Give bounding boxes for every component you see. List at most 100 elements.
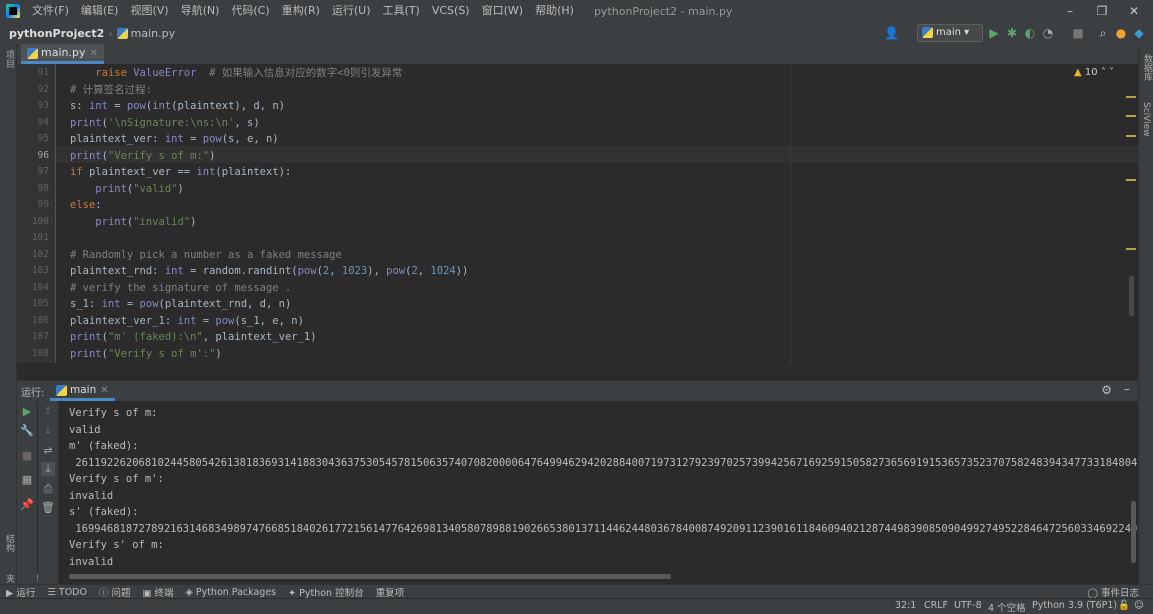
tool-terminal[interactable]: ▣ 终端 [137, 585, 180, 599]
menu-window[interactable]: 窗口(W) [476, 0, 529, 22]
file-encoding[interactable]: UTF-8 [954, 600, 982, 611]
error-stripe-marker[interactable] [1126, 115, 1136, 117]
warning-count: 10 [1084, 67, 1098, 78]
tab-main-py[interactable]: main.py ✕ [21, 44, 104, 64]
down-arrow-icon[interactable]: ↓ [41, 424, 55, 438]
rerun-icon[interactable]: ▶ [20, 405, 34, 419]
close-run-tab-icon[interactable]: ✕ [100, 385, 108, 396]
minimize-button[interactable]: – [1054, 0, 1086, 22]
scroll-to-end-icon[interactable]: ⤓ [41, 462, 55, 476]
editor-scrollbar[interactable] [1129, 276, 1134, 316]
line-number: 108 [31, 347, 49, 359]
menu-vcs[interactable]: VCS(S) [426, 0, 476, 22]
run-tab-main[interactable]: main ✕ [50, 381, 115, 401]
structure-tool-tab[interactable]: 结构 [3, 534, 16, 552]
line-number: 92 [37, 83, 49, 95]
line-number: 102 [31, 248, 49, 260]
stop-icon[interactable]: ■ [20, 449, 34, 463]
menu-run[interactable]: 运行(U) [326, 0, 377, 22]
code-editor[interactable]: 91 92 93 94 95 96 97 98 99 100 101 102 103 104 105 106 1… [17, 64, 1138, 363]
code-line: print("m' (faked):\n", plaintext_ver_1) [70, 331, 317, 343]
print-icon[interactable]: ⎙ [41, 482, 55, 496]
code-line: raise ValueError # 如果输入信息对应的数字<0则引发异常 [95, 67, 403, 79]
menu-tools[interactable]: 工具(T) [377, 0, 426, 22]
tool-run[interactable]: ▶ 运行 [0, 585, 41, 599]
code-line: # Randomly pick a number as a faked mess… [70, 248, 342, 261]
console-vertical-scrollbar[interactable] [1131, 501, 1136, 563]
lock-icon[interactable]: 🔓 [1118, 600, 1130, 611]
search-icon[interactable]: ⌕ [1096, 26, 1110, 40]
sciview-tool-tab[interactable]: SciView [1141, 102, 1151, 137]
caret-position[interactable]: 32:1 [895, 600, 916, 611]
console-line: s' (faked): [69, 506, 139, 518]
line-number: 104 [31, 281, 49, 293]
line-number: 98 [37, 182, 49, 194]
menu-code[interactable]: 代码(C) [225, 0, 275, 22]
jetbrains-icon[interactable]: ◆ [1132, 26, 1146, 40]
pin-icon[interactable]: 📌 [20, 498, 34, 512]
code-line: plaintext_ver_1: int = pow(s_1, e, n) [70, 314, 304, 327]
run-tab-label: main [70, 384, 97, 396]
hide-panel-icon[interactable]: – [1124, 382, 1130, 396]
menu-file[interactable]: 文件(F) [26, 0, 75, 22]
menu-edit[interactable]: 编辑(E) [75, 0, 125, 22]
menu-view[interactable]: 视图(V) [124, 0, 174, 22]
soft-wrap-icon[interactable]: ⇌ [41, 444, 55, 458]
tool-duplicates[interactable]: 重复项 [370, 585, 411, 599]
error-stripe-marker[interactable] [1126, 248, 1136, 250]
line-number: 100 [31, 215, 49, 227]
run-icon[interactable]: ▶ [987, 26, 1001, 40]
tool-todo[interactable]: ☰ TODO [41, 587, 93, 598]
tool-python-packages[interactable]: ◈ Python Packages [180, 587, 283, 598]
settings-gear-icon[interactable]: ⚙ [1101, 383, 1112, 397]
indent-setting[interactable]: 4 个空格 [988, 600, 1026, 614]
breadcrumb-project[interactable]: pythonProject2 [9, 27, 104, 40]
python-interpreter[interactable]: Python 3.9 (T6P1) [1032, 600, 1117, 611]
database-tool-tab[interactable]: 数据库 [1141, 54, 1153, 81]
wrench-icon[interactable]: 🔧 [20, 424, 34, 438]
tool-problems[interactable]: ⓘ 问题 [93, 585, 137, 599]
breadcrumb-separator-icon: › [108, 26, 113, 40]
event-log[interactable]: ◯ 事件日志 [1081, 585, 1145, 599]
layout-icon[interactable]: ▦ [20, 473, 34, 487]
console-line: Verify s of m': [69, 473, 164, 485]
run-config-select[interactable]: main ▾ [917, 24, 983, 42]
inspector-icon[interactable]: ☺ [1134, 600, 1144, 611]
console-line: Verify s' of m: [69, 539, 164, 551]
console-line: m' (faked): [69, 440, 139, 452]
pycharm-logo-icon [6, 4, 20, 18]
tool-python-console[interactable]: ✦ Python 控制台 [282, 585, 369, 599]
code-line: print("invalid") [95, 215, 197, 228]
update-icon[interactable]: ● [1114, 26, 1128, 40]
menu-help[interactable]: 帮助(H) [529, 0, 580, 22]
trash-icon[interactable]: 🗑 [41, 501, 55, 515]
coverage-icon[interactable]: ◐ [1023, 26, 1037, 40]
menu-refactor[interactable]: 重构(R) [276, 0, 326, 22]
restore-button[interactable]: ❐ [1086, 0, 1118, 22]
warning-icon: ▲ [1074, 67, 1082, 78]
line-number: 103 [31, 265, 49, 276]
close-tab-icon[interactable]: ✕ [89, 48, 97, 59]
console-line: 1699468187278921631468349897476685184026… [69, 522, 1138, 535]
menu-navigate[interactable]: 导航(N) [175, 0, 226, 22]
run-panel-label: 运行: [21, 388, 45, 399]
line-separator[interactable]: CRLF [924, 600, 948, 611]
error-stripe-marker[interactable] [1126, 96, 1136, 98]
close-button[interactable]: ✕ [1118, 0, 1150, 22]
debug-icon[interactable]: ✱ [1005, 26, 1019, 40]
up-arrow-icon[interactable]: ↑ [41, 405, 55, 419]
console-line: Verify s of m: [69, 407, 158, 419]
warnings-indicator[interactable]: ▲ 10 ˄ ˅ [1074, 67, 1114, 78]
user-icon[interactable]: 👤 [884, 26, 899, 40]
line-gutter: 91 92 93 94 95 96 97 98 99 100 101 102 103 104 105 106 1… [17, 64, 56, 363]
python-icon [56, 384, 67, 396]
code-line: print("Verify s of m:") [70, 149, 216, 162]
error-stripe-marker[interactable] [1126, 135, 1136, 137]
breadcrumb-file[interactable]: main.py [116, 27, 175, 40]
console-horizontal-scrollbar[interactable] [69, 574, 671, 579]
project-tool-tab[interactable]: 项目 [3, 50, 16, 68]
stop-icon[interactable]: ■ [1071, 26, 1085, 40]
error-stripe-marker[interactable] [1126, 179, 1136, 181]
console-output[interactable]: Verify s of m: valid m' (faked): 261192262… [59, 401, 1138, 584]
profile-icon[interactable]: ◔ [1041, 26, 1055, 40]
